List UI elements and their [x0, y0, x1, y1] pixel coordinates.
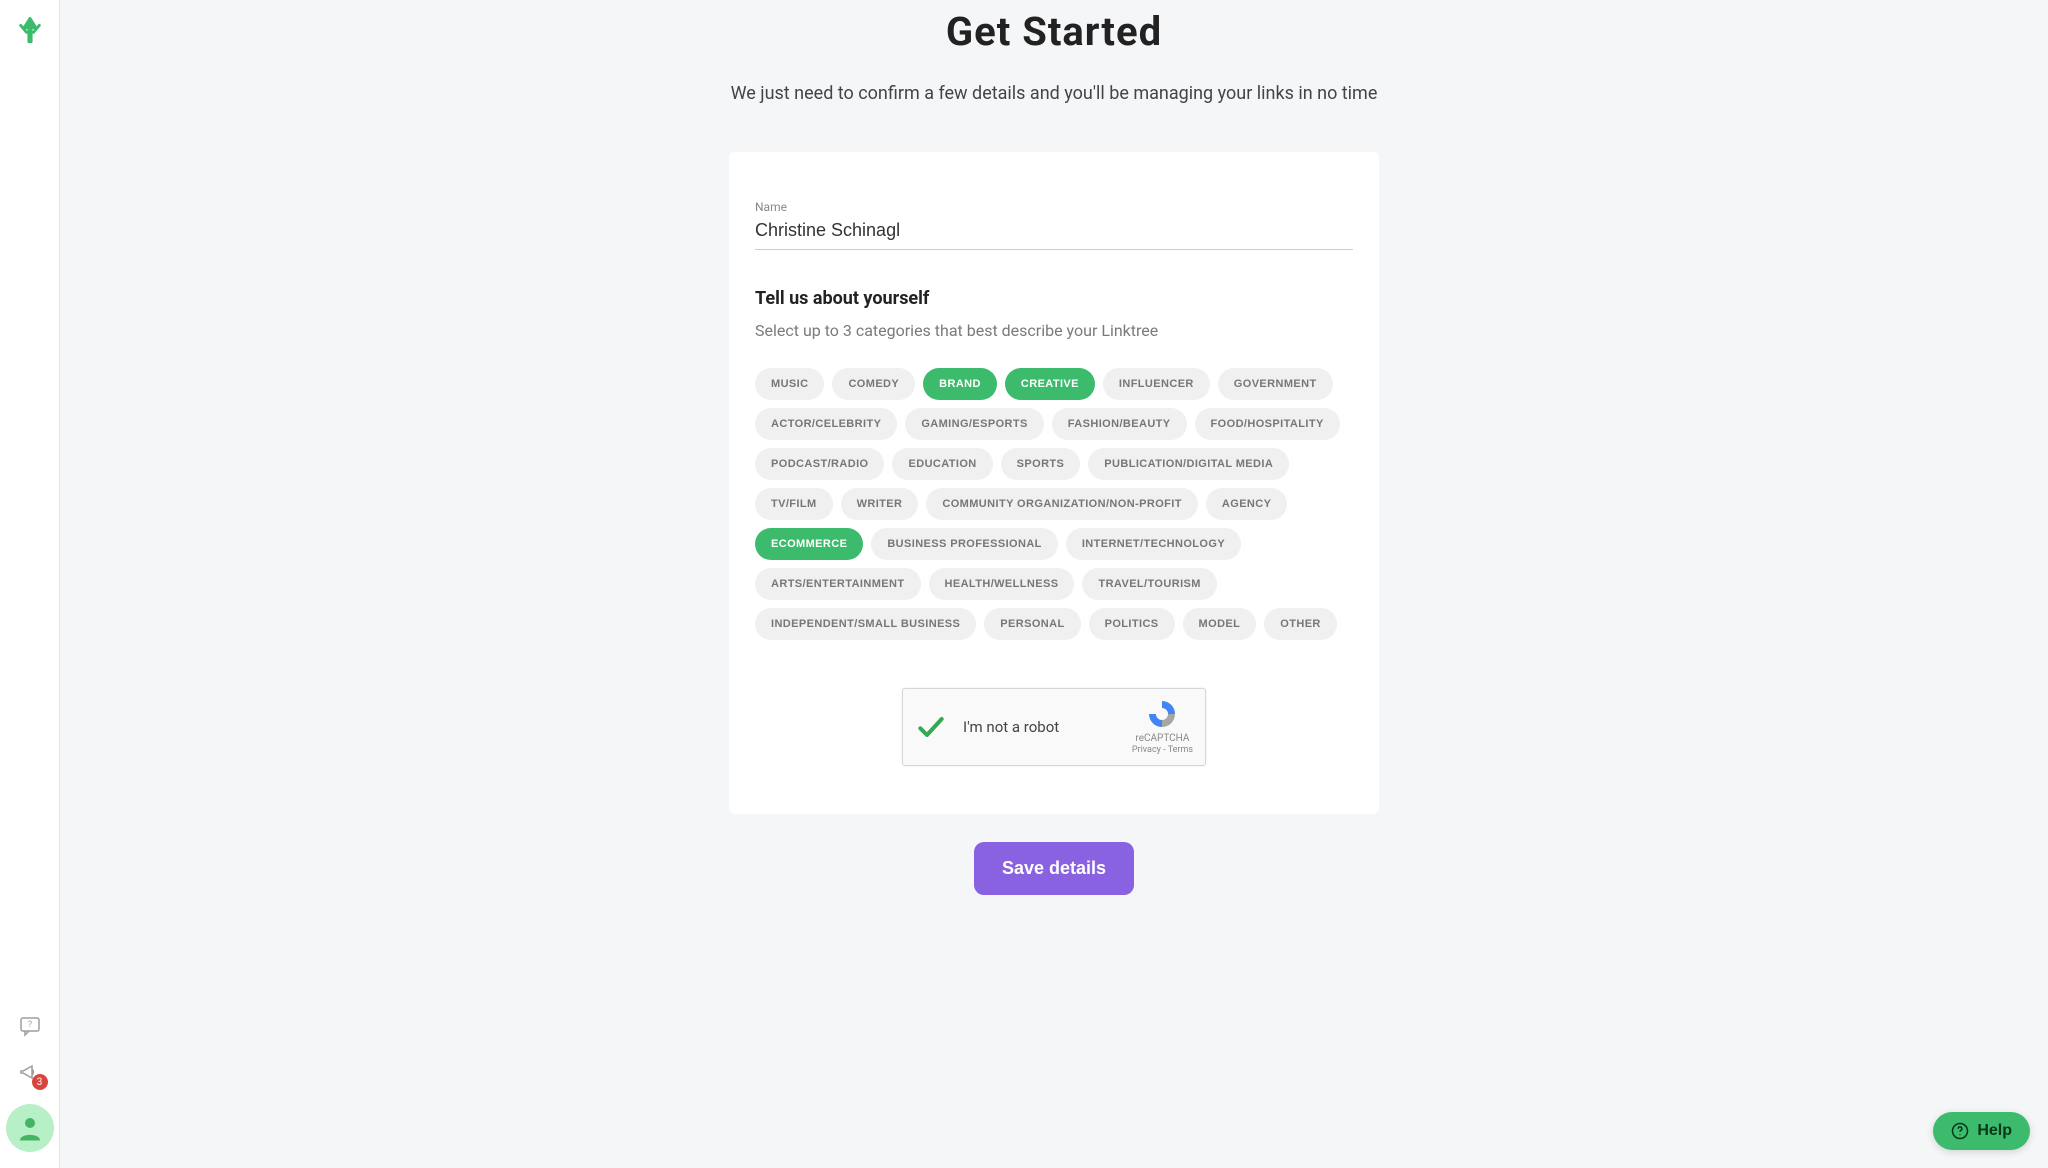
sidebar: ? 3 [0, 0, 60, 1168]
category-pill[interactable]: BUSINESS PROFESSIONAL [871, 528, 1057, 560]
category-pill[interactable]: COMEDY [832, 368, 915, 400]
category-pill[interactable]: AGENCY [1206, 488, 1287, 520]
category-pill[interactable]: FOOD/HOSPITALITY [1195, 408, 1340, 440]
category-pill[interactable]: MODEL [1183, 608, 1257, 640]
category-pill[interactable]: INDEPENDENT/SMALL BUSINESS [755, 608, 976, 640]
name-field-wrapper: Name [755, 200, 1353, 250]
category-pill[interactable]: PERSONAL [984, 608, 1080, 640]
help-chat-icon[interactable]: ? [16, 1012, 44, 1040]
onboarding-card: Name Tell us about yourself Select up to… [729, 152, 1379, 814]
category-pills: MUSICCOMEDYBRANDCREATIVEINFLUENCERGOVERN… [755, 368, 1353, 640]
category-pill[interactable]: PODCAST/RADIO [755, 448, 884, 480]
help-button[interactable]: Help [1933, 1112, 2030, 1150]
category-pill[interactable]: FASHION/BEAUTY [1052, 408, 1187, 440]
category-pill[interactable]: PUBLICATION/DIGITAL MEDIA [1088, 448, 1289, 480]
category-pill[interactable]: COMMUNITY ORGANIZATION/NON-PROFIT [926, 488, 1198, 520]
recaptcha-checkmark-icon [915, 711, 947, 743]
main-content: Get Started We just need to confirm a fe… [60, 0, 2048, 1168]
category-pill[interactable]: GOVERNMENT [1218, 368, 1333, 400]
announcements-icon[interactable]: 3 [16, 1058, 44, 1086]
category-pill[interactable]: ARTS/ENTERTAINMENT [755, 568, 921, 600]
category-pill[interactable]: BRAND [923, 368, 997, 400]
linktree-logo-icon[interactable] [16, 29, 44, 48]
category-pill[interactable]: WRITER [841, 488, 919, 520]
category-pill[interactable]: SPORTS [1001, 448, 1081, 480]
category-pill[interactable]: CREATIVE [1005, 368, 1095, 400]
about-subtitle: Select up to 3 categories that best desc… [755, 321, 1353, 340]
recaptcha-widget[interactable]: I'm not a robot reCAPTCHA Privacy - Term… [902, 688, 1206, 766]
category-pill[interactable]: HEALTH/WELLNESS [929, 568, 1075, 600]
category-pill[interactable]: ACTOR/CELEBRITY [755, 408, 897, 440]
category-pill[interactable]: TRAVEL/TOURISM [1082, 568, 1216, 600]
help-button-label: Help [1977, 1122, 2012, 1140]
category-pill[interactable]: ECOMMERCE [755, 528, 863, 560]
category-pill[interactable]: EDUCATION [892, 448, 992, 480]
about-title: Tell us about yourself [755, 288, 1353, 309]
category-pill[interactable]: INTERNET/TECHNOLOGY [1066, 528, 1241, 560]
avatar[interactable] [6, 1104, 54, 1152]
category-pill[interactable]: MUSIC [755, 368, 824, 400]
save-details-button[interactable]: Save details [974, 842, 1134, 895]
name-label: Name [755, 200, 1353, 214]
name-input[interactable] [755, 214, 1353, 250]
notification-badge: 3 [32, 1074, 48, 1090]
page-subtitle: We just need to confirm a few details an… [731, 83, 1378, 104]
page-title: Get Started [946, 8, 1162, 55]
recaptcha-logo-icon [1146, 698, 1178, 730]
category-pill[interactable]: TV/FILM [755, 488, 833, 520]
recaptcha-brand: reCAPTCHA Privacy - Terms [1132, 698, 1193, 757]
category-pill[interactable]: POLITICS [1089, 608, 1175, 640]
category-pill[interactable]: OTHER [1264, 608, 1337, 640]
svg-text:?: ? [27, 1020, 31, 1030]
help-circle-icon [1951, 1122, 1969, 1140]
category-pill[interactable]: GAMING/ESPORTS [905, 408, 1043, 440]
recaptcha-label: I'm not a robot [963, 718, 1132, 736]
category-pill[interactable]: INFLUENCER [1103, 368, 1210, 400]
